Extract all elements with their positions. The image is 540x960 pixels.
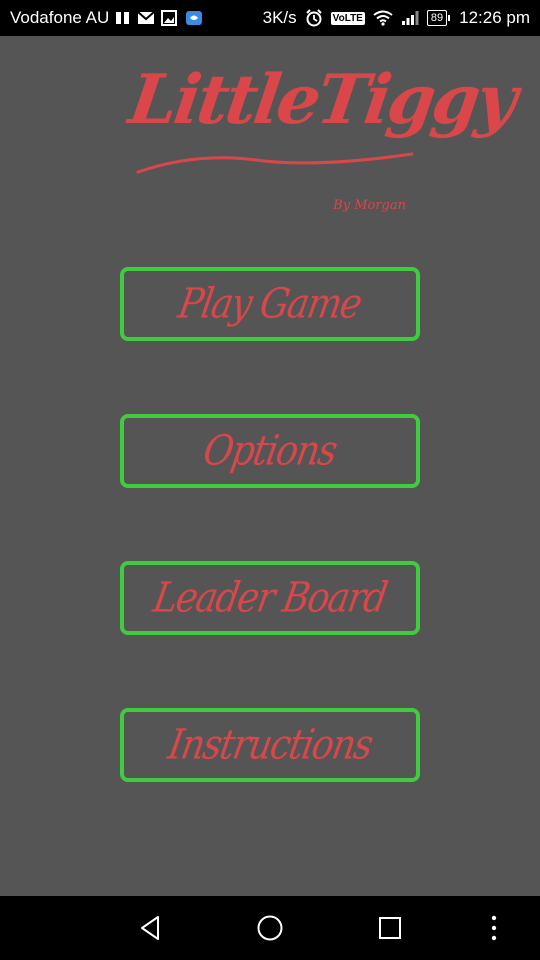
app-screen: LittleTiggy By Morgan Play Game Options … [0, 36, 540, 896]
instructions-button[interactable]: Instructions [120, 708, 420, 782]
vertical-dots-menu-icon [491, 915, 497, 941]
mail-icon [137, 11, 155, 25]
status-right: 3K/s VoLTE 89 12:26 pm [263, 8, 530, 28]
app-notification-icon [185, 10, 203, 26]
status-bar: Vodafone AU 3K/s VoLTE 89 12:26 pm [0, 0, 540, 36]
signal-icon [401, 10, 419, 26]
alarm-icon [305, 9, 323, 27]
play-game-button[interactable]: Play Game [120, 267, 420, 341]
logo-title: LittleTiggy [124, 60, 520, 140]
logo-byline: By Morgan [333, 198, 406, 213]
square-recents-icon [379, 917, 401, 939]
battery-icon: 89 [426, 10, 451, 26]
sim-pause-icon [115, 11, 131, 25]
image-notification-icon [161, 10, 179, 26]
wifi-icon [373, 10, 393, 26]
options-button[interactable]: Options [120, 414, 420, 488]
logo-swash [136, 152, 414, 174]
system-navigation-bar [0, 896, 540, 960]
carrier-name: Vodafone AU [10, 8, 110, 27]
network-speed: 3K/s [262, 8, 297, 27]
back-button[interactable] [134, 912, 166, 944]
leader-board-label: Leader Board [150, 574, 390, 622]
battery-level: 89 [430, 11, 444, 24]
triangle-back-icon [141, 916, 159, 940]
circle-home-icon [257, 915, 283, 941]
volte-icon: VoLTE [330, 11, 365, 25]
play-game-label: Play Game [175, 280, 365, 328]
game-logo: LittleTiggy By Morgan [124, 50, 519, 213]
status-left: Vodafone AU [10, 8, 203, 28]
overflow-menu-button[interactable] [478, 912, 510, 944]
options-label: Options [200, 427, 340, 475]
instructions-label: Instructions [164, 721, 376, 769]
home-button[interactable] [254, 912, 286, 944]
clock: 12:26 pm [459, 8, 530, 27]
recents-button[interactable] [374, 912, 406, 944]
leader-board-button[interactable]: Leader Board [120, 561, 420, 635]
